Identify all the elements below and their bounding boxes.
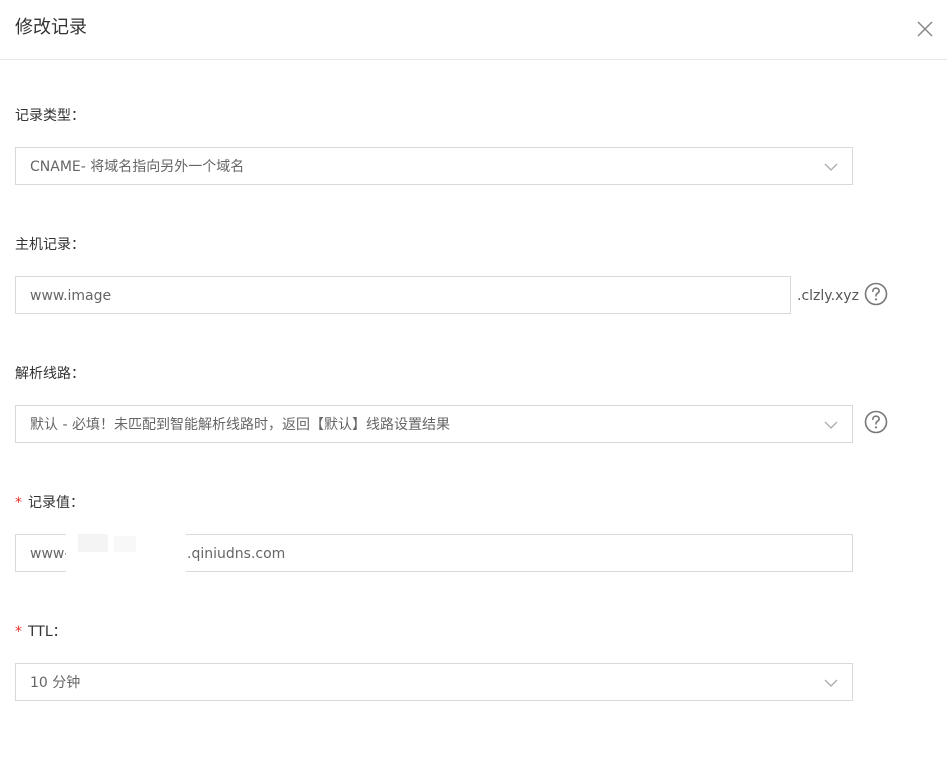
host-record-label: 主机记录： <box>15 237 85 253</box>
host-record-value: www.image <box>30 288 112 304</box>
chevron-down-icon <box>824 679 838 687</box>
record-value-label-row: * 记录值： <box>15 493 84 513</box>
ttl-label: TTL： <box>28 624 67 640</box>
record-type-value: CNAME- 将域名指向另外一个域名 <box>30 159 245 175</box>
record-value-prefix: www- <box>30 546 70 562</box>
chevron-down-icon <box>824 163 838 171</box>
ttl-label-row: * TTL： <box>15 622 67 642</box>
required-mark: * <box>15 624 22 640</box>
dialog-header: 修改记录 <box>0 0 947 60</box>
ttl-value: 10 分钟 <box>30 675 81 691</box>
resolution-line-select[interactable]: 默认 - 必填！未匹配到智能解析线路时，返回【默认】线路设置结果 <box>15 405 853 443</box>
question-circle-icon[interactable] <box>864 282 888 306</box>
host-record-input[interactable]: www.image <box>15 276 791 314</box>
redaction-mask <box>66 530 186 580</box>
record-type-label: 记录类型： <box>15 108 85 124</box>
required-mark: * <box>15 495 22 511</box>
resolution-line-value: 默认 - 必填！未匹配到智能解析线路时，返回【默认】线路设置结果 <box>30 417 450 433</box>
record-value-label: 记录值： <box>28 495 84 511</box>
question-circle-icon[interactable] <box>864 410 888 434</box>
resolution-line-label: 解析线路： <box>15 366 85 382</box>
record-type-select[interactable]: CNAME- 将域名指向另外一个域名 <box>15 147 853 185</box>
domain-suffix: .clzly.xyz <box>797 288 859 304</box>
chevron-down-icon <box>824 421 838 429</box>
close-icon[interactable] <box>914 18 936 40</box>
ttl-select[interactable]: 10 分钟 <box>15 663 853 701</box>
dialog-title: 修改记录 <box>15 17 87 38</box>
record-value-suffix: .qiniudns.com <box>187 546 286 562</box>
